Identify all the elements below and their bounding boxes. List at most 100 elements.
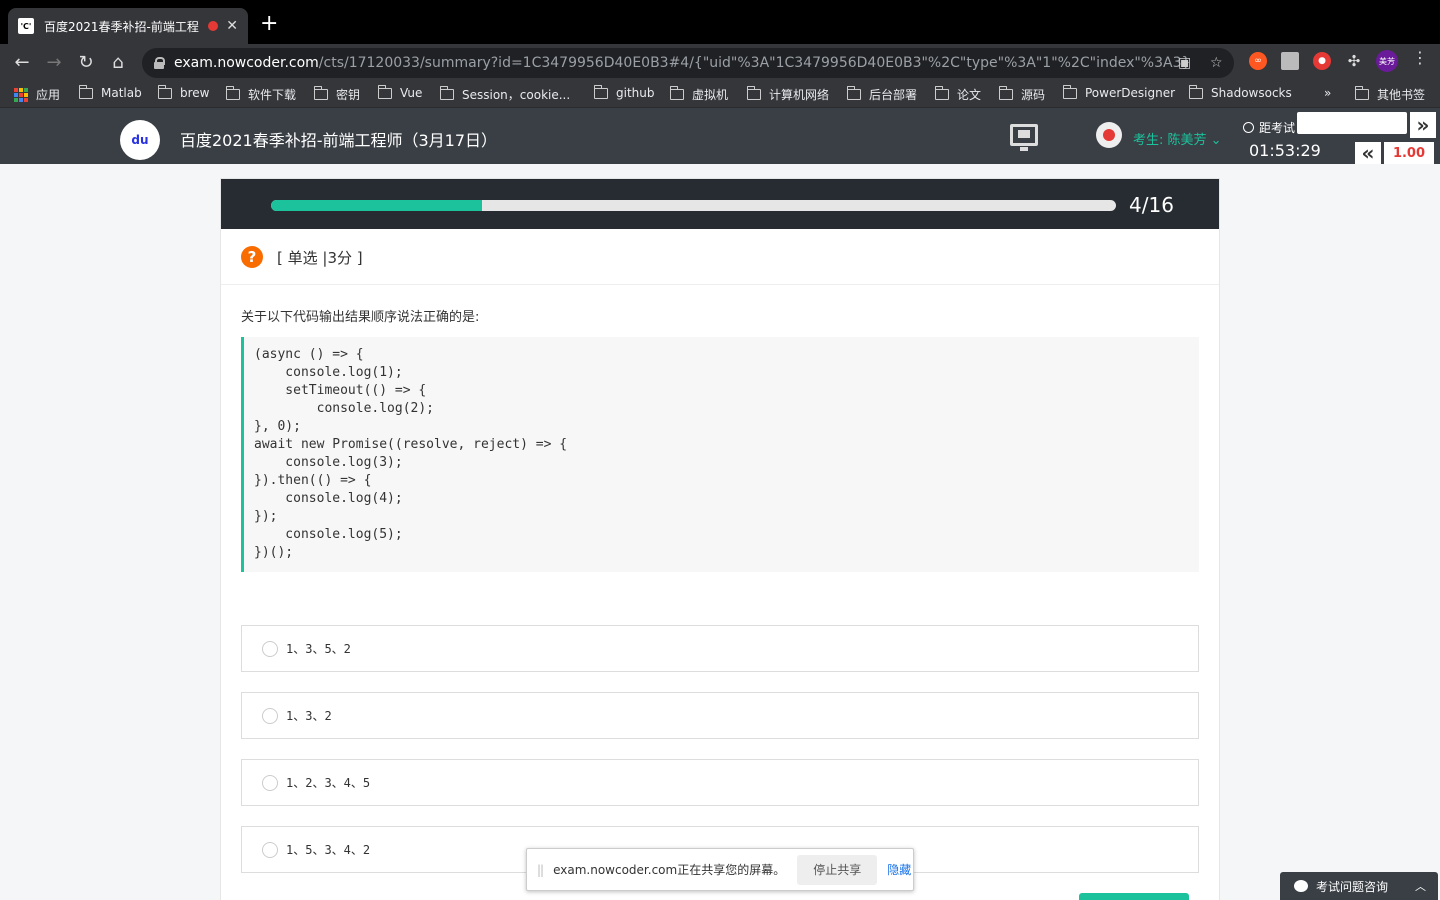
bookmark-folder[interactable]: 密钥 (313, 86, 360, 103)
share-message: exam.nowcoder.com正在共享您的屏幕。 (553, 863, 786, 877)
forward-icon[interactable]: → (42, 50, 66, 74)
url-text: exam.nowcoder.com/cts/17120033/summary?i… (174, 55, 1191, 71)
countdown-box (1297, 112, 1407, 134)
bookmarks-bar: 应用 Matlab brew 软件下载 密钥 Vue Session，cooki… (0, 80, 1440, 108)
extension-window-icon[interactable] (1281, 52, 1299, 70)
browser-toolbar: ← → ↻ ⌂ exam.nowcoder.com/cts/17120033/s… (0, 44, 1440, 80)
back-icon[interactable]: ← (10, 50, 34, 74)
screen-monitor-icon[interactable] (1010, 124, 1038, 151)
extension-record-icon[interactable]: ● (1313, 52, 1331, 70)
folder-icon (934, 86, 949, 100)
bookmark-folder[interactable]: 论文 (934, 86, 981, 103)
address-bar[interactable]: exam.nowcoder.com/cts/17120033/summary?i… (142, 48, 1234, 78)
question-type: [ 单选 |3分 ] (277, 249, 363, 267)
folder-icon (313, 86, 328, 100)
chat-icon (1294, 880, 1308, 892)
radio-button[interactable] (262, 640, 278, 657)
folder-icon (225, 86, 240, 100)
question-type-row: ? [ 单选 |3分 ] (221, 229, 1219, 285)
bookmark-folder[interactable]: 软件下载 (225, 86, 296, 103)
folder-icon (78, 84, 93, 99)
examinee-dropdown[interactable]: 考生: 陈美芳 ⌄ (1133, 129, 1222, 148)
folder-icon (998, 86, 1013, 100)
progress-bar (271, 200, 1116, 211)
question-text: 关于以下代码输出结果顺序说法正确的是: (241, 310, 480, 325)
next-button[interactable] (1079, 893, 1189, 900)
extension-infinity-icon[interactable]: ∞ (1249, 52, 1267, 70)
collapse-button[interactable]: « (1355, 141, 1381, 165)
bookmark-folder[interactable]: Session，cookie... (439, 86, 570, 103)
chevron-up-icon[interactable]: ︿ (1415, 878, 1426, 894)
bookmark-folder[interactable]: 计算机网络 (746, 86, 829, 103)
folder-icon (669, 86, 684, 100)
recording-icon (208, 21, 219, 31)
bookmark-folder[interactable]: Vue (377, 84, 422, 100)
radio-button[interactable] (262, 707, 278, 724)
score-badge: 1.00 (1384, 142, 1434, 164)
webcam-icon[interactable] (1096, 122, 1122, 148)
new-tab-button[interactable]: + (260, 12, 278, 36)
folder-icon (377, 84, 392, 99)
countdown-label: 距考试 (1243, 119, 1295, 136)
help-consult-widget[interactable]: 考试问题咨询 ︿ (1280, 872, 1438, 900)
lock-icon (154, 57, 165, 69)
folder-icon (439, 86, 454, 100)
folder-icon (1188, 84, 1203, 99)
radio-button[interactable] (262, 774, 278, 791)
stop-sharing-button[interactable]: 停止共享 (797, 854, 878, 885)
folder-icon (1062, 84, 1077, 99)
drag-handle-icon[interactable]: || (537, 863, 544, 877)
folder-icon (746, 86, 761, 100)
option-label: 1、2、3、4、5 (286, 776, 371, 790)
bookmark-folder[interactable]: Matlab (78, 84, 142, 100)
screen-share-bar: || exam.nowcoder.com正在共享您的屏幕。 停止共享 隐藏 (526, 848, 914, 891)
code-block: (async () => { console.log(1); setTimeou… (241, 337, 1199, 572)
answer-option[interactable]: 1、3、5、2 (241, 625, 1199, 672)
bookmark-folder[interactable]: github (593, 84, 654, 100)
folder-icon (1354, 86, 1369, 100)
bookmark-folder[interactable]: PowerDesigner (1062, 84, 1175, 100)
option-label: 1、3、2 (286, 709, 332, 723)
clock-icon (1243, 122, 1254, 133)
extensions-puzzle-icon[interactable]: ✣ (1345, 52, 1363, 70)
progress-fill (271, 200, 483, 211)
folder-icon (157, 84, 172, 99)
folder-icon (846, 86, 861, 100)
bookmarks-overflow-button[interactable]: » (1324, 86, 1331, 100)
radio-button[interactable] (262, 841, 278, 858)
question-card: 4/16 ? [ 单选 |3分 ] 关于以下代码输出结果顺序说法正确的是: (a… (220, 178, 1220, 900)
hide-link[interactable]: 隐藏 (887, 861, 911, 878)
profile-avatar[interactable]: 美芳 (1376, 50, 1398, 72)
code-content: (async () => { console.log(1); setTimeou… (254, 347, 568, 560)
exam-timer: 01:53:29 (1249, 141, 1321, 160)
browser-menu-icon[interactable]: ⋮ (1412, 48, 1428, 67)
question-mark-icon: ? (241, 246, 263, 268)
close-icon[interactable]: ✕ (226, 18, 238, 34)
expand-button[interactable]: » (1410, 112, 1436, 138)
reload-icon[interactable]: ↻ (74, 50, 98, 74)
tab-title: 百度2021春季补招-前端工程 (44, 19, 199, 34)
bookmark-folder[interactable]: 源码 (998, 86, 1045, 103)
apps-grid-icon (14, 87, 28, 102)
answer-option[interactable]: 1、3、2 (241, 692, 1199, 739)
star-icon[interactable]: ☆ (1210, 55, 1223, 71)
bookmark-folder[interactable]: brew (157, 84, 209, 100)
home-icon[interactable]: ⌂ (106, 50, 130, 74)
exam-header: du 百度2021春季补招-前端工程师（3月17日） 考生: 陈美芳 ⌄ 距考试… (0, 108, 1440, 165)
nowcoder-favicon-icon: 'C' (18, 18, 34, 34)
progress-header: 4/16 (221, 179, 1219, 229)
option-label: 1、3、5、2 (286, 642, 351, 656)
option-label: 1、5、3、4、2 (286, 843, 371, 857)
bookmark-folder[interactable]: 后台部署 (846, 86, 917, 103)
browser-tab-strip: 'C' 百度2021春季补招-前端工程 ✕ + (0, 0, 1440, 44)
bookmark-folder[interactable]: 虚拟机 (669, 86, 728, 103)
folder-icon (593, 84, 608, 99)
browser-tab[interactable]: 'C' 百度2021春季补招-前端工程 ✕ (8, 8, 248, 44)
bookmark-folder[interactable]: 其他书签 (1354, 86, 1425, 103)
bookmark-folder[interactable]: Shadowsocks (1188, 84, 1292, 100)
camera-icon[interactable]: ▣ (1178, 55, 1191, 71)
bookmark-apps[interactable]: 应用 (14, 86, 60, 103)
baidu-logo-icon: du (120, 120, 160, 160)
help-label: 考试问题咨询 (1316, 879, 1389, 894)
answer-option[interactable]: 1、2、3、4、5 (241, 759, 1199, 806)
